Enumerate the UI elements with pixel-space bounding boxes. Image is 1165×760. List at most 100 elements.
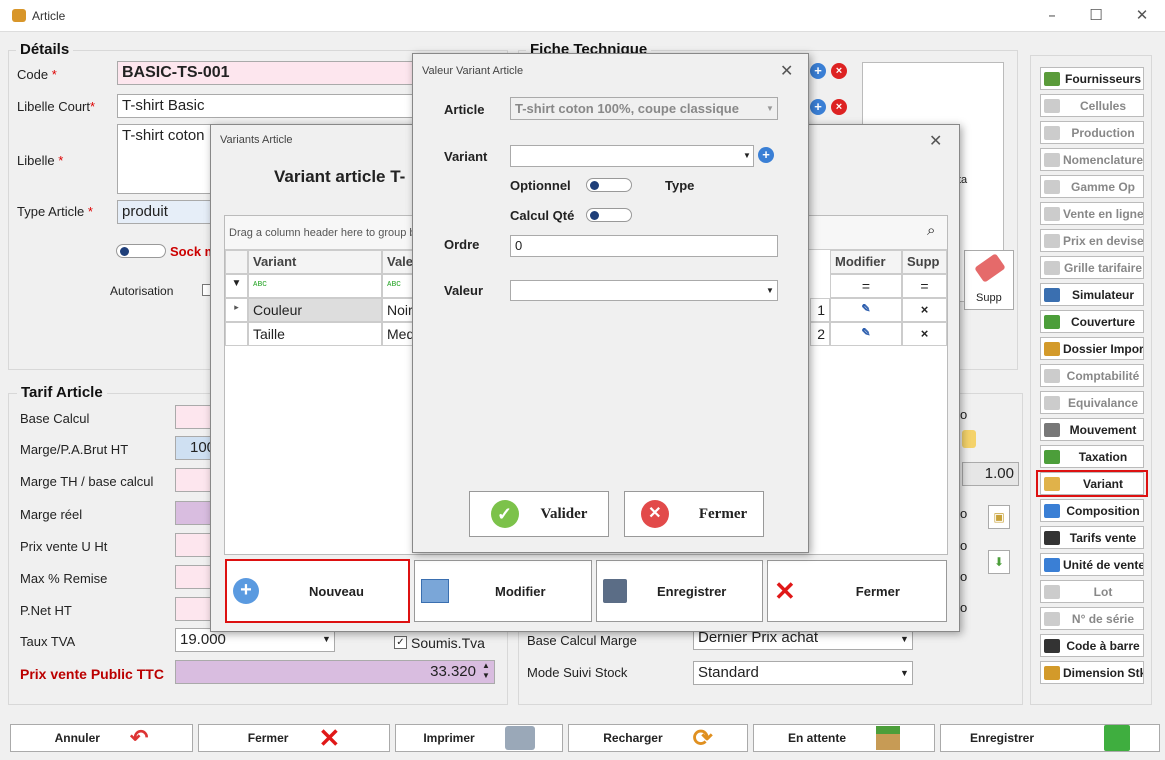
row1-variant[interactable]: Couleur bbox=[248, 298, 382, 322]
row2-edit-button[interactable]: ✎ bbox=[830, 322, 902, 346]
side-button-production[interactable]: Production bbox=[1040, 121, 1144, 144]
close-icon[interactable]: ✕ bbox=[1132, 6, 1152, 26]
side-button-vente-en-ligne[interactable]: Vente en ligne bbox=[1040, 202, 1144, 225]
remove-fiche-icon[interactable]: × bbox=[831, 63, 847, 79]
row2-delete-button[interactable]: × bbox=[902, 322, 947, 346]
enregistrer-bottom-button[interactable]: Enregistrer bbox=[940, 724, 1160, 752]
side-button-composition[interactable]: Composition bbox=[1040, 499, 1144, 522]
o-label-3: o bbox=[960, 538, 968, 553]
article-select[interactable]: T-shirt coton 100%, coupe classique bbox=[510, 97, 778, 120]
valeur-select[interactable] bbox=[510, 280, 778, 301]
side-button-tarifs-vente[interactable]: Tarifs vente bbox=[1040, 526, 1144, 549]
ordre-input[interactable]: 0 bbox=[510, 235, 778, 257]
optionnel-toggle[interactable] bbox=[586, 178, 632, 192]
col-variant-header[interactable]: Variant bbox=[248, 250, 382, 274]
search-icon[interactable]: ⌕ bbox=[927, 222, 935, 239]
minimize-icon[interactable]: – bbox=[1042, 6, 1062, 26]
fermer-bottom-button[interactable]: Fermer ✕ bbox=[198, 723, 390, 753]
col-modifier-header[interactable]: Modifier bbox=[830, 250, 902, 274]
side-button-lot[interactable]: Lot bbox=[1040, 580, 1144, 603]
nouveau-button[interactable]: + Nouveau bbox=[225, 559, 410, 623]
fermer-dialog-button[interactable]: ✕ Fermer bbox=[767, 560, 947, 622]
side-button-label: Production bbox=[1071, 125, 1135, 140]
imprimer-button[interactable]: Imprimer bbox=[395, 724, 563, 752]
enregistrer-dialog-button[interactable]: Enregistrer bbox=[596, 560, 763, 622]
side-button-unite-de-vente[interactable]: Unité de vente bbox=[1040, 553, 1144, 576]
row2-variant[interactable]: Taille bbox=[248, 322, 382, 346]
filter-row-icon[interactable]: ▼ bbox=[225, 274, 248, 298]
side-button-label: Simulateur bbox=[1071, 287, 1134, 302]
prix-vente-input[interactable] bbox=[175, 533, 215, 557]
filter-modifier[interactable]: = bbox=[830, 274, 902, 298]
side-button-comptabilite[interactable]: Comptabilité bbox=[1040, 364, 1144, 387]
stock-toggle[interactable] bbox=[116, 244, 166, 258]
calculator-icon bbox=[1044, 287, 1060, 302]
filter-variant[interactable]: ᴀʙc bbox=[248, 274, 382, 298]
marge-th-input[interactable] bbox=[175, 468, 215, 492]
side-button-fournisseurs[interactable]: Fournisseurs bbox=[1040, 67, 1144, 90]
side-button-equivalance[interactable]: Equivalance bbox=[1040, 391, 1144, 414]
row1-edit-button[interactable]: ✎ bbox=[830, 298, 902, 322]
add-fiche-icon[interactable]: + bbox=[810, 63, 826, 79]
side-button-gamme-op[interactable]: Gamme Op bbox=[1040, 175, 1144, 198]
filter-supp[interactable]: = bbox=[902, 274, 947, 298]
percent-icon bbox=[1044, 530, 1060, 545]
side-button-dimension-stk[interactable]: Dimension Stk bbox=[1040, 661, 1144, 684]
base-calcul-input[interactable] bbox=[175, 405, 215, 429]
side-button-dossier-import[interactable]: Dossier Import bbox=[1040, 337, 1144, 360]
prix-ttc-label: Prix vente Public TTC bbox=[20, 666, 164, 682]
row1-indicator: ▸ bbox=[225, 298, 248, 322]
side-button-code-a-barre[interactable]: Code à barre bbox=[1040, 634, 1144, 657]
download-icon[interactable]: ⬇ bbox=[988, 550, 1010, 574]
row1-delete-button[interactable]: × bbox=[902, 298, 947, 322]
undo-icon: ↶ bbox=[129, 725, 149, 750]
prix-ttc-spin-icon[interactable]: ▲ ▼ bbox=[482, 661, 490, 681]
add-fiche2-icon[interactable]: + bbox=[810, 99, 826, 115]
marge-reel-input[interactable] bbox=[175, 501, 215, 525]
calcul-toggle[interactable] bbox=[586, 208, 632, 222]
side-button-couverture[interactable]: Couverture bbox=[1040, 310, 1144, 333]
fermer-valeur-button[interactable]: ✕ Fermer bbox=[624, 491, 764, 537]
side-button-label: Tarifs vente bbox=[1069, 530, 1137, 545]
variant-select[interactable] bbox=[510, 145, 754, 167]
side-button-prix-en-devise[interactable]: Prix en devise bbox=[1040, 229, 1144, 252]
imprimer-label: Imprimer bbox=[423, 731, 475, 745]
marge-pa-input[interactable]: 100 bbox=[175, 436, 215, 460]
valeur-dialog-close-icon[interactable]: ✕ bbox=[780, 61, 793, 81]
prix-ttc-input[interactable]: 33.320 bbox=[175, 660, 495, 684]
side-button-nomenclature[interactable]: Nomenclature bbox=[1040, 148, 1144, 171]
soumis-tva-checkbox[interactable]: ✓ bbox=[394, 636, 407, 649]
max-remise-input[interactable] bbox=[175, 565, 215, 589]
fiche-supp-button[interactable]: Supp bbox=[964, 250, 1014, 310]
variants-dialog-close-icon[interactable]: ✕ bbox=[929, 131, 942, 151]
side-button-cellules[interactable]: Cellules bbox=[1040, 94, 1144, 117]
side-button-mouvement[interactable]: Mouvement bbox=[1040, 418, 1144, 441]
add-variant-icon[interactable]: + bbox=[758, 147, 774, 163]
libelle-court-input[interactable]: T-shirt Basic bbox=[117, 94, 417, 118]
remove-fiche2-icon[interactable]: × bbox=[831, 99, 847, 115]
side-button-grille-tarifaire[interactable]: Grille tarifaire bbox=[1040, 256, 1144, 279]
valider-label: Valider bbox=[540, 505, 588, 522]
side-button-n-de-serie[interactable]: N° de série bbox=[1040, 607, 1144, 630]
base-calcul-label: Base Calcul bbox=[20, 411, 90, 426]
recharger-button[interactable]: Recharger ⟳ bbox=[568, 724, 748, 752]
maximize-icon[interactable]: ☐ bbox=[1086, 6, 1106, 26]
modifier-button[interactable]: Modifier bbox=[414, 560, 592, 622]
side-button-taxation[interactable]: Taxation bbox=[1040, 445, 1144, 468]
lock-icon[interactable]: ▣ bbox=[988, 505, 1010, 529]
en-attente-button[interactable]: En attente bbox=[753, 724, 935, 752]
import-folder-icon bbox=[1044, 341, 1060, 356]
col-supp-header[interactable]: Supp bbox=[902, 250, 947, 274]
coef-input[interactable]: 1.00 bbox=[962, 462, 1019, 486]
pnet-input[interactable] bbox=[175, 597, 215, 621]
side-button-simulateur[interactable]: Simulateur bbox=[1040, 283, 1144, 306]
code-input[interactable]: BASIC-TS-001 bbox=[117, 61, 417, 85]
valider-button[interactable]: ✓ Valider bbox=[469, 491, 609, 537]
annuler-button[interactable]: Annuler ↶ bbox=[10, 724, 193, 752]
variants-dialog-title: Variants Article bbox=[220, 134, 293, 146]
nouveau-label: Nouveau bbox=[309, 583, 364, 599]
check-icon: ✓ bbox=[490, 500, 519, 528]
printer-icon bbox=[504, 726, 535, 750]
mode-suivi-select[interactable]: Standard bbox=[693, 661, 913, 685]
coverage-icon bbox=[1044, 314, 1060, 329]
